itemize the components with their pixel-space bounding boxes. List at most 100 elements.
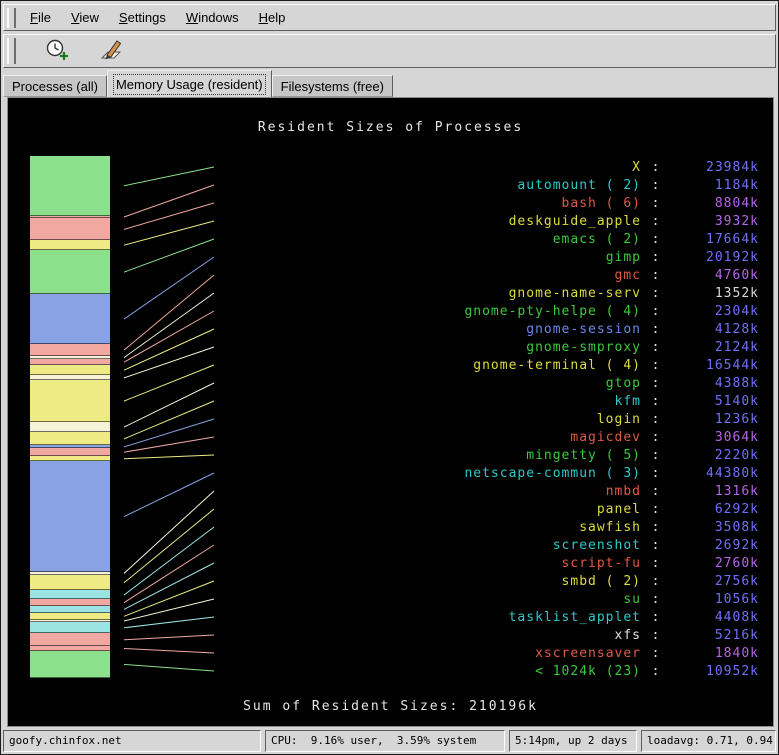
process-colon: : [641, 646, 671, 661]
process-value: 2220k [671, 448, 759, 463]
process-colon: : [641, 574, 671, 589]
process-value: 10952k [671, 664, 759, 679]
process-colon: : [641, 520, 671, 535]
leader-line [124, 239, 214, 272]
process-name: mingetty ( 5) [351, 448, 641, 463]
clock-plus-icon [45, 37, 71, 66]
leader-line [124, 167, 214, 186]
process-name: kfm [351, 394, 641, 409]
leader-line [124, 617, 214, 628]
process-value: 1184k [671, 178, 759, 193]
process-name: nmbd [351, 484, 641, 499]
menubar-grip[interactable] [7, 8, 16, 28]
process-colon: : [641, 196, 671, 211]
process-colon: : [641, 502, 671, 517]
process-name: X [351, 160, 641, 175]
menu-settings[interactable]: Settings [109, 6, 176, 29]
toolbar-button-1[interactable] [42, 36, 74, 66]
tab-memory-usage[interactable]: Memory Usage (resident) [107, 70, 272, 97]
process-colon: : [641, 412, 671, 427]
process-row: panel:6292k [351, 500, 759, 518]
menu-bar: File View Settings Windows Help [3, 4, 776, 31]
process-colon: : [641, 250, 671, 265]
process-name: script-fu [351, 556, 641, 571]
menu-windows[interactable]: Windows [176, 6, 249, 29]
process-row: gnome-session:4128k [351, 320, 759, 338]
process-row: su:1056k [351, 590, 759, 608]
process-colon: : [641, 610, 671, 625]
menu-help[interactable]: Help [249, 6, 296, 29]
process-name: xscreensaver [351, 646, 641, 661]
leader-line [124, 347, 214, 378]
process-name: < 1024k (23) [351, 664, 641, 679]
process-value: 1840k [671, 646, 759, 661]
process-colon: : [641, 340, 671, 355]
process-colon: : [641, 322, 671, 337]
tab-filesystems[interactable]: Filesystems (free) [272, 75, 393, 97]
process-row: gnome-terminal ( 4):16544k [351, 356, 759, 374]
process-colon: : [641, 178, 671, 193]
process-colon: : [641, 394, 671, 409]
leader-line [124, 275, 214, 350]
menu-view-label: View [71, 10, 99, 25]
process-value: 2304k [671, 304, 759, 319]
process-value: 1236k [671, 412, 759, 427]
process-name: login [351, 412, 641, 427]
tab-processes[interactable]: Processes (all) [3, 75, 107, 97]
process-colon: : [641, 664, 671, 679]
process-name: deskguide_apple [351, 214, 641, 229]
chart-footer: Sum of Resident Sizes: 210196k [8, 699, 773, 714]
process-colon: : [641, 160, 671, 175]
process-row: nmbd:1316k [351, 482, 759, 500]
process-name: gnome-smproxy [351, 340, 641, 355]
process-row: login:1236k [351, 410, 759, 428]
status-loadavg: loadavg: 0.71, 0.94, 0.98 [641, 730, 776, 752]
status-cpu: CPU: 9.16% user, 3.59% system [265, 730, 505, 752]
process-name: gnome-name-serv [351, 286, 641, 301]
leader-line [124, 203, 214, 229]
process-row: xscreensaver:1840k [351, 644, 759, 662]
menu-view[interactable]: View [61, 6, 109, 29]
process-row: magicdev:3064k [351, 428, 759, 446]
toolbar-button-2[interactable] [96, 36, 128, 66]
leader-line [124, 221, 214, 245]
process-value: 2756k [671, 574, 759, 589]
leader-line [124, 455, 214, 459]
menu-file[interactable]: File [20, 6, 61, 29]
process-value: 3932k [671, 214, 759, 229]
process-row: gmc:4760k [351, 266, 759, 284]
toolbar-grip[interactable] [7, 38, 16, 64]
process-value: 5140k [671, 394, 759, 409]
process-row: kfm:5140k [351, 392, 759, 410]
process-colon: : [641, 430, 671, 445]
leader-line [124, 329, 214, 370]
process-colon: : [641, 376, 671, 391]
tab-bar: Processes (all) Memory Usage (resident) … [3, 70, 776, 97]
process-colon: : [641, 538, 671, 553]
tool-bar [3, 34, 776, 68]
process-row: < 1024k (23):10952k [351, 662, 759, 680]
menu-windows-label: Windows [186, 10, 239, 25]
menu-help-label: Help [259, 10, 286, 25]
process-value: 4760k [671, 268, 759, 283]
process-colon: : [641, 304, 671, 319]
process-colon: : [641, 556, 671, 571]
process-colon: : [641, 628, 671, 643]
process-row: gnome-pty-helpe ( 4):2304k [351, 302, 759, 320]
process-value: 17664k [671, 232, 759, 247]
process-row: smbd ( 2):2756k [351, 572, 759, 590]
process-value: 1352k [671, 286, 759, 301]
status-hostname: goofy.chinfox.net [3, 730, 261, 752]
process-value: 20192k [671, 250, 759, 265]
leader-line [124, 293, 214, 358]
process-value: 4388k [671, 376, 759, 391]
process-row: screenshot:2692k [351, 536, 759, 554]
process-value: 1316k [671, 484, 759, 499]
process-colon: : [641, 232, 671, 247]
process-value: 5216k [671, 628, 759, 643]
process-row: gnome-smproxy:2124k [351, 338, 759, 356]
process-colon: : [641, 592, 671, 607]
process-colon: : [641, 286, 671, 301]
gtop-window: File View Settings Windows Help [0, 0, 779, 755]
process-colon: : [641, 466, 671, 481]
